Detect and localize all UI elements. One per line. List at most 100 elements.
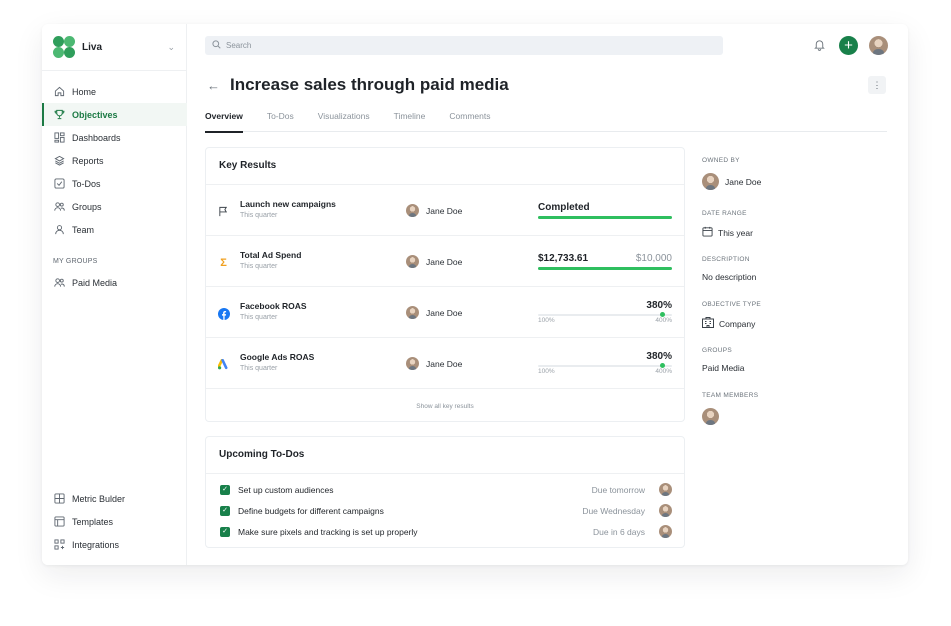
- workspace-name: Liva: [82, 41, 103, 53]
- upcoming-todos-title: Upcoming To-Dos: [206, 437, 684, 474]
- main-nav: Home Objectives Dashboards Reports To-Do…: [42, 80, 187, 241]
- sidebar-item-home[interactable]: Home: [42, 80, 187, 103]
- checkbox-checked[interactable]: ✓: [220, 526, 230, 537]
- todo-label: Set up custom audiences: [238, 484, 334, 495]
- tab-timeline[interactable]: Timeline: [394, 108, 426, 132]
- sigma-icon: Σ: [220, 256, 227, 269]
- avatar[interactable]: [702, 408, 719, 425]
- tab-todos[interactable]: To-Dos: [267, 108, 294, 132]
- key-result-name: Facebook ROAS: [240, 301, 307, 311]
- sidebar-item-label: Groups: [72, 201, 102, 212]
- owner-name: Jane Doe: [426, 358, 463, 369]
- sidebar-item-todos[interactable]: To-Dos: [42, 172, 187, 195]
- plus-icon: +: [844, 37, 853, 54]
- liva-logo-icon: [53, 36, 75, 58]
- range-max: 400%: [655, 317, 672, 324]
- users-icon: [53, 277, 65, 289]
- progress-fill: [538, 216, 672, 219]
- sidebar-divider: [42, 70, 187, 71]
- create-button[interactable]: +: [839, 36, 858, 55]
- todo-label: Make sure pixels and tracking is set up …: [238, 526, 418, 537]
- sidebar-item-templates[interactable]: Templates: [42, 510, 187, 533]
- sidebar-item-label: Metric Bulder: [72, 493, 126, 504]
- building-icon: [702, 317, 714, 330]
- sidebar-item-team[interactable]: Team: [42, 218, 187, 241]
- sidebar-item-label: Objectives: [72, 109, 118, 120]
- checkbox-checked[interactable]: ✓: [220, 484, 230, 495]
- sidebar-item-reports[interactable]: Reports: [42, 149, 187, 172]
- objective-type-section: OBJECTIVE TYPE Company: [702, 301, 882, 330]
- owner-value[interactable]: Jane Doe: [702, 173, 882, 190]
- range-max: 400%: [655, 368, 672, 375]
- key-result-period: This quarter: [240, 263, 278, 270]
- tab-visualizations[interactable]: Visualizations: [318, 108, 370, 132]
- groups-value[interactable]: Paid Media: [702, 363, 882, 373]
- list-item[interactable]: ✓ Make sure pixels and tracking is set u…: [220, 521, 672, 542]
- avatar: [659, 504, 672, 517]
- progress-bar: [538, 267, 672, 270]
- list-item[interactable]: ✓ Set up custom audiences Due tomorrow: [220, 479, 672, 500]
- groups-label: GROUPS: [702, 347, 732, 354]
- search-placeholder: Search: [226, 41, 252, 50]
- description-section: DESCRIPTION No description: [702, 256, 882, 282]
- table-row[interactable]: Facebook ROAS This quarter Jane Doe 380%…: [206, 287, 684, 338]
- groups-nav: Paid Media: [42, 271, 187, 294]
- groups-section: GROUPS Paid Media: [702, 347, 882, 373]
- page-title: Increase sales through paid media: [230, 75, 509, 94]
- key-result-name: Launch new campaigns: [240, 199, 336, 209]
- user-avatar[interactable]: [869, 36, 888, 55]
- sidebar-item-label: Paid Media: [72, 277, 118, 288]
- key-result-period: This quarter: [240, 212, 278, 219]
- upcoming-todos-card: Upcoming To-Dos ✓ Set up custom audience…: [205, 436, 685, 548]
- more-options-icon[interactable]: ⋮: [868, 76, 886, 94]
- date-range-value[interactable]: This year: [702, 226, 882, 239]
- avatar: [659, 483, 672, 496]
- owner-name: Jane Doe: [426, 205, 463, 216]
- sidebar-item-integrations[interactable]: Integrations: [42, 533, 187, 556]
- back-arrow-icon[interactable]: ←: [207, 78, 220, 93]
- workspace-switcher[interactable]: Liva ⌄: [53, 35, 175, 59]
- search-input[interactable]: Search: [205, 36, 723, 55]
- show-all-key-results-link[interactable]: Show all key results: [206, 403, 684, 410]
- progress-fill: [538, 267, 672, 270]
- objective-tabs: Overview To-Dos Visualizations Timeline …: [205, 108, 887, 133]
- description-label: DESCRIPTION: [702, 256, 750, 263]
- table-row[interactable]: Google Ads ROAS This quarter Jane Doe 38…: [206, 338, 684, 389]
- sidebar-item-objectives[interactable]: Objectives: [42, 103, 187, 126]
- tab-overview[interactable]: Overview: [205, 108, 243, 133]
- current-value: $12,733.61: [538, 253, 589, 264]
- key-result-owner: Jane Doe: [406, 204, 462, 217]
- description-value[interactable]: No description: [702, 272, 882, 282]
- calculator-icon: [53, 493, 65, 505]
- progress-track: [538, 365, 672, 367]
- bottom-nav: Metric Bulder Templates Integrations: [42, 487, 187, 556]
- sidebar-item-metric-builder[interactable]: Metric Bulder: [42, 487, 187, 510]
- trophy-icon: [53, 109, 65, 121]
- list-item[interactable]: ✓ Define budgets for different campaigns…: [220, 500, 672, 521]
- range-min: 100%: [538, 317, 555, 324]
- owner-name: Jane Doe: [426, 256, 463, 267]
- sidebar-item-groups[interactable]: Groups: [42, 195, 187, 218]
- objective-type-value[interactable]: Company: [702, 317, 882, 330]
- facebook-icon: [217, 307, 230, 320]
- tab-comments[interactable]: Comments: [449, 108, 490, 132]
- bell-icon[interactable]: [813, 38, 827, 52]
- progress-bar: [538, 216, 672, 219]
- dashboard-icon: [53, 132, 65, 144]
- avatar: [406, 204, 419, 217]
- search-icon: [212, 40, 221, 51]
- team-members-label: TEAM MEMBERS: [702, 392, 759, 399]
- key-results-title: Key Results: [206, 148, 684, 185]
- home-icon: [53, 86, 65, 98]
- current-value: 380%: [646, 300, 672, 311]
- sidebar-item-label: Integrations: [72, 539, 120, 550]
- table-row[interactable]: Launch new campaigns This quarter Jane D…: [206, 185, 684, 236]
- checkbox-checked[interactable]: ✓: [220, 505, 230, 516]
- sidebar-item-dashboards[interactable]: Dashboards: [42, 126, 187, 149]
- table-row[interactable]: Σ Total Ad Spend This quarter Jane Doe $…: [206, 236, 684, 287]
- progress-track: [538, 314, 672, 316]
- sidebar-item-paid-media[interactable]: Paid Media: [42, 271, 187, 294]
- objective-type-text: Company: [719, 318, 756, 329]
- avatar: [406, 306, 419, 319]
- google-ads-icon: [217, 358, 230, 371]
